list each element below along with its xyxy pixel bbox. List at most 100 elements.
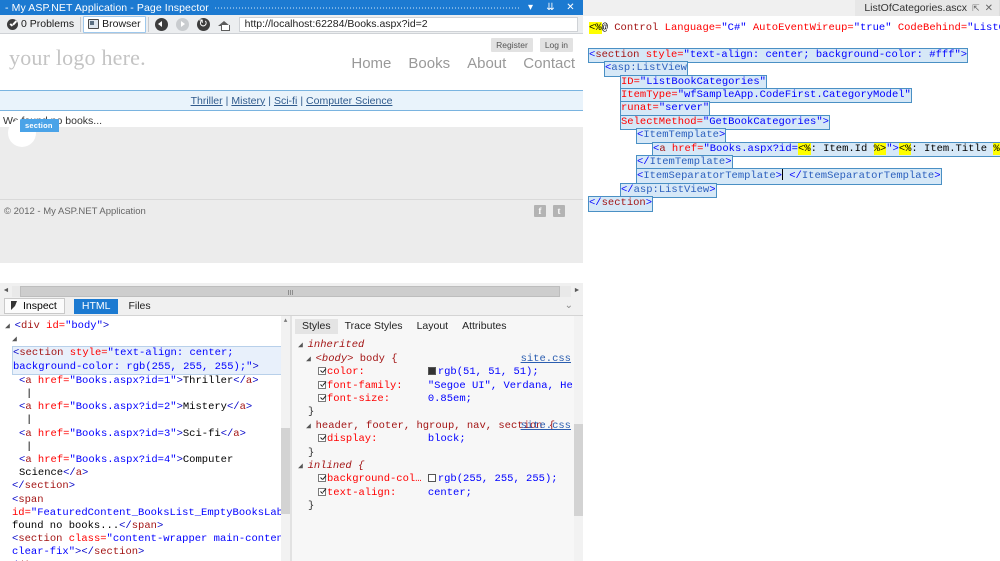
- tree-expander-icon[interactable]: ◢: [306, 355, 316, 364]
- dom-node-line[interactable]: <section class="content-wrapper main-con…: [3, 533, 290, 559]
- declaration-value[interactable]: rgb(255, 255, 255);: [438, 473, 558, 485]
- close-tab-icon[interactable]: ✕: [985, 3, 993, 14]
- editor-code-line[interactable]: <ItemTemplate>: [583, 128, 1000, 144]
- nav-item-about[interactable]: About: [467, 55, 506, 72]
- dom-scroll-thumb[interactable]: [281, 428, 290, 514]
- declaration-enabled-checkbox[interactable]: [318, 367, 326, 376]
- category-link-scifi[interactable]: Sci-fi: [274, 95, 297, 107]
- pin-tab-icon[interactable]: ⇱: [972, 3, 980, 14]
- styles-source-link[interactable]: site.css: [521, 420, 571, 433]
- scroll-left-arrow-icon[interactable]: ◄: [0, 285, 12, 297]
- dom-node-line[interactable]: <a href="Books.aspx?id=3">Sci-fi</a>: [3, 428, 290, 441]
- styles-scroll-thumb[interactable]: [574, 424, 583, 516]
- declaration-enabled-checkbox[interactable]: [318, 380, 326, 389]
- tree-expander-icon[interactable]: ◢: [12, 335, 22, 344]
- viewport-horizontal-scrollbar[interactable]: ◄ ►: [0, 285, 583, 297]
- tree-expander-icon[interactable]: ◢: [5, 322, 15, 331]
- tree-expander-icon[interactable]: ◢: [298, 462, 308, 471]
- category-link-mistery[interactable]: Mistery: [231, 95, 265, 107]
- editor-code-line[interactable]: <asp:ListView: [583, 61, 1000, 77]
- declaration-property[interactable]: font-family:: [327, 380, 403, 392]
- login-link[interactable]: Log in: [539, 38, 573, 52]
- dom-node-line[interactable]: </section>: [3, 480, 290, 493]
- scroll-right-arrow-icon[interactable]: ►: [571, 285, 583, 297]
- scroll-track[interactable]: [12, 285, 571, 297]
- editor-code-line[interactable]: [583, 35, 1000, 48]
- editor-code-line[interactable]: ID="ListBookCategories": [583, 74, 1000, 91]
- declaration-value[interactable]: rgb(51, 51, 51);: [438, 366, 539, 378]
- editor-code-line[interactable]: ItemType="wfSampleApp.CodeFirst.Category…: [583, 88, 1000, 104]
- editor-code-line[interactable]: </section>: [583, 196, 1000, 212]
- dom-node-line[interactable]: ◢ <section style="text-align: center; ba…: [3, 333, 290, 375]
- declaration-value[interactable]: "Segoe UI", Verdana, Helvetica: [428, 380, 583, 392]
- declaration-property[interactable]: font-size:: [327, 393, 390, 405]
- back-button[interactable]: [151, 16, 172, 33]
- chevron-double-down-icon[interactable]: ⌄: [565, 300, 573, 311]
- window-menu-icon[interactable]: ▾: [525, 2, 536, 13]
- dom-node-line[interactable]: |: [3, 414, 290, 427]
- twitter-icon[interactable]: t: [553, 205, 565, 217]
- category-link-computer-science[interactable]: Computer Science: [306, 95, 392, 107]
- refresh-button[interactable]: [193, 16, 214, 33]
- tree-expander-icon[interactable]: ◢: [298, 341, 308, 350]
- editor-code-line[interactable]: SelectMethod="GetBookCategories">: [583, 114, 1000, 131]
- declaration-property[interactable]: background-col…: [327, 473, 422, 485]
- toolbar-divider: [80, 16, 82, 32]
- dom-node-line[interactable]: <span id="FeaturedContent_BooksList_Empt…: [3, 494, 290, 534]
- dom-tree-pane[interactable]: ◢ <div id="body"> ◢ <section style="text-…: [0, 316, 290, 561]
- facebook-icon[interactable]: f: [534, 205, 546, 217]
- browser-button[interactable]: Browser: [83, 15, 146, 33]
- editor-code-area[interactable]: <%@ Control Language="C#" AutoEventWireu…: [583, 16, 1000, 212]
- dom-node-line[interactable]: <a href="Books.aspx?id=1">Thriller</a>: [3, 375, 290, 388]
- category-link-thriller[interactable]: Thriller: [191, 95, 223, 107]
- titlebar-drag-handle[interactable]: [214, 0, 519, 15]
- tab-files[interactable]: Files: [120, 299, 158, 314]
- editor-document-tab[interactable]: ListOfCategories.ascx ⇱ ✕: [855, 0, 1000, 16]
- nav-item-contact[interactable]: Contact: [523, 55, 575, 72]
- declaration-enabled-checkbox[interactable]: [318, 474, 326, 483]
- dom-node-line[interactable]: <a href="Books.aspx?id=4">Computer Scien…: [3, 454, 290, 480]
- address-input[interactable]: http://localhost:62284/Books.aspx?id=2: [238, 16, 578, 32]
- editor-code-line[interactable]: <section style="text-align: center; back…: [583, 47, 1000, 64]
- editor-code-line[interactable]: <%@ Control Language="C#" AutoEventWireu…: [583, 22, 1000, 35]
- forward-button[interactable]: [172, 16, 193, 33]
- styles-tab-styles[interactable]: Styles: [295, 319, 338, 335]
- declaration-property[interactable]: display:: [327, 433, 377, 445]
- tab-html[interactable]: HTML: [73, 298, 119, 314]
- dom-node-line[interactable]: |: [3, 388, 290, 401]
- editor-code-line[interactable]: runat="server": [583, 101, 1000, 117]
- dom-scroll-up-icon[interactable]: ▲: [281, 316, 290, 325]
- inspect-mode-button[interactable]: Inspect: [4, 298, 65, 314]
- declaration-value[interactable]: block;: [428, 433, 466, 445]
- home-button[interactable]: [214, 16, 235, 33]
- dom-node-line[interactable]: ◢ <div id="body">: [3, 320, 290, 333]
- editor-code-line[interactable]: <ItemSeparatorTemplate> </ItemSeparatorT…: [583, 168, 1000, 185]
- declaration-enabled-checkbox[interactable]: [318, 487, 326, 496]
- editor-code-line[interactable]: </ItemTemplate>: [583, 155, 1000, 171]
- styles-vertical-scrollbar[interactable]: [574, 316, 583, 561]
- pin-icon[interactable]: ⇊: [545, 2, 556, 13]
- declaration-value[interactable]: 0.85em;: [428, 393, 472, 405]
- styles-tab-trace-styles[interactable]: Trace Styles: [338, 319, 410, 334]
- editor-code-line[interactable]: </asp:ListView>: [583, 182, 1000, 199]
- problems-button[interactable]: 0 Problems: [3, 16, 78, 33]
- declaration-property[interactable]: text-align:: [327, 487, 396, 499]
- close-icon[interactable]: ✕: [565, 2, 576, 13]
- declaration-property[interactable]: color:: [327, 366, 365, 378]
- editor-code-line[interactable]: <a href="Books.aspx?id=<%: Item.Id %>"><…: [583, 141, 1000, 158]
- tree-expander-icon[interactable]: ◢: [306, 422, 316, 431]
- nav-item-home[interactable]: Home: [351, 55, 391, 72]
- styles-tab-layout[interactable]: Layout: [410, 319, 456, 334]
- declaration-value[interactable]: center;: [428, 487, 472, 499]
- dom-vertical-scrollbar[interactable]: ▲: [281, 316, 290, 561]
- declaration-enabled-checkbox[interactable]: [318, 394, 326, 403]
- styles-source-link[interactable]: site.css: [521, 353, 571, 366]
- dom-node-line[interactable]: <a href="Books.aspx?id=2">Mistery</a>: [3, 401, 290, 414]
- styles-declaration: display: block;: [296, 433, 583, 446]
- declaration-enabled-checkbox[interactable]: [318, 434, 326, 443]
- styles-tab-attributes[interactable]: Attributes: [455, 319, 513, 334]
- dom-node-line[interactable]: |: [3, 441, 290, 454]
- register-link[interactable]: Register: [491, 38, 533, 52]
- nav-item-books[interactable]: Books: [408, 55, 450, 72]
- scroll-thumb[interactable]: [20, 285, 560, 297]
